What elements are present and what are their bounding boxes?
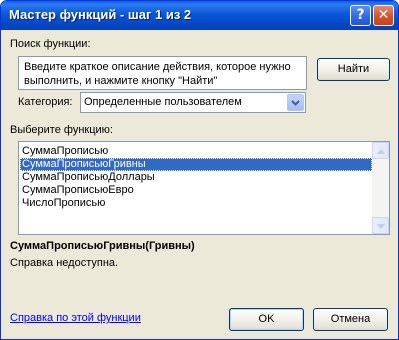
function-description: Справка недоступна. [10, 257, 119, 269]
function-list-label: Выберите функцию: [10, 124, 113, 136]
search-input[interactable] [18, 56, 307, 90]
vertical-scrollbar[interactable] [372, 142, 389, 234]
chevron-down-icon [291, 100, 300, 106]
scroll-up-button[interactable] [372, 142, 389, 159]
cancel-button[interactable]: Отмена [313, 308, 388, 331]
list-item-selected[interactable]: СуммаПрописьюГривны [20, 158, 372, 171]
search-label: Поиск функции: [10, 38, 91, 50]
list-item[interactable]: СуммаПрописьюДоллары [20, 171, 372, 184]
title-bar[interactable]: Мастер функций - шаг 1 из 2 ? ✕ [1, 1, 398, 30]
arrow-down-icon [377, 224, 385, 229]
list-item[interactable]: СуммаПрописью [20, 145, 372, 158]
list-item[interactable]: СуммаПрописьюЕвро [20, 184, 372, 197]
category-selected-value: Определенные пользователем [84, 96, 242, 108]
ok-button[interactable]: OK [229, 308, 304, 331]
dropdown-button[interactable] [287, 94, 304, 111]
close-button[interactable]: ✕ [373, 5, 394, 26]
list-item[interactable]: ЧислоПрописью [20, 197, 372, 210]
category-select[interactable]: Определенные пользователем [80, 92, 306, 113]
find-button[interactable]: Найти [317, 58, 390, 81]
function-wizard-dialog: Мастер функций - шаг 1 из 2 ? ✕ Поиск фу… [0, 0, 399, 340]
question-icon: ? [356, 7, 365, 23]
category-label: Категория: [18, 96, 73, 108]
help-button[interactable]: ? [350, 5, 371, 26]
window-title: Мастер функций - шаг 1 из 2 [9, 7, 192, 22]
function-signature: СуммаПрописьюГривны(Гривны) [10, 240, 195, 252]
function-help-link[interactable]: Справка по этой функции [10, 312, 141, 324]
scroll-down-button[interactable] [372, 217, 389, 234]
close-icon: ✕ [377, 7, 390, 23]
function-list[interactable]: СуммаПрописью СуммаПрописьюГривны СуммаП… [18, 141, 390, 235]
arrow-up-icon [377, 149, 385, 154]
